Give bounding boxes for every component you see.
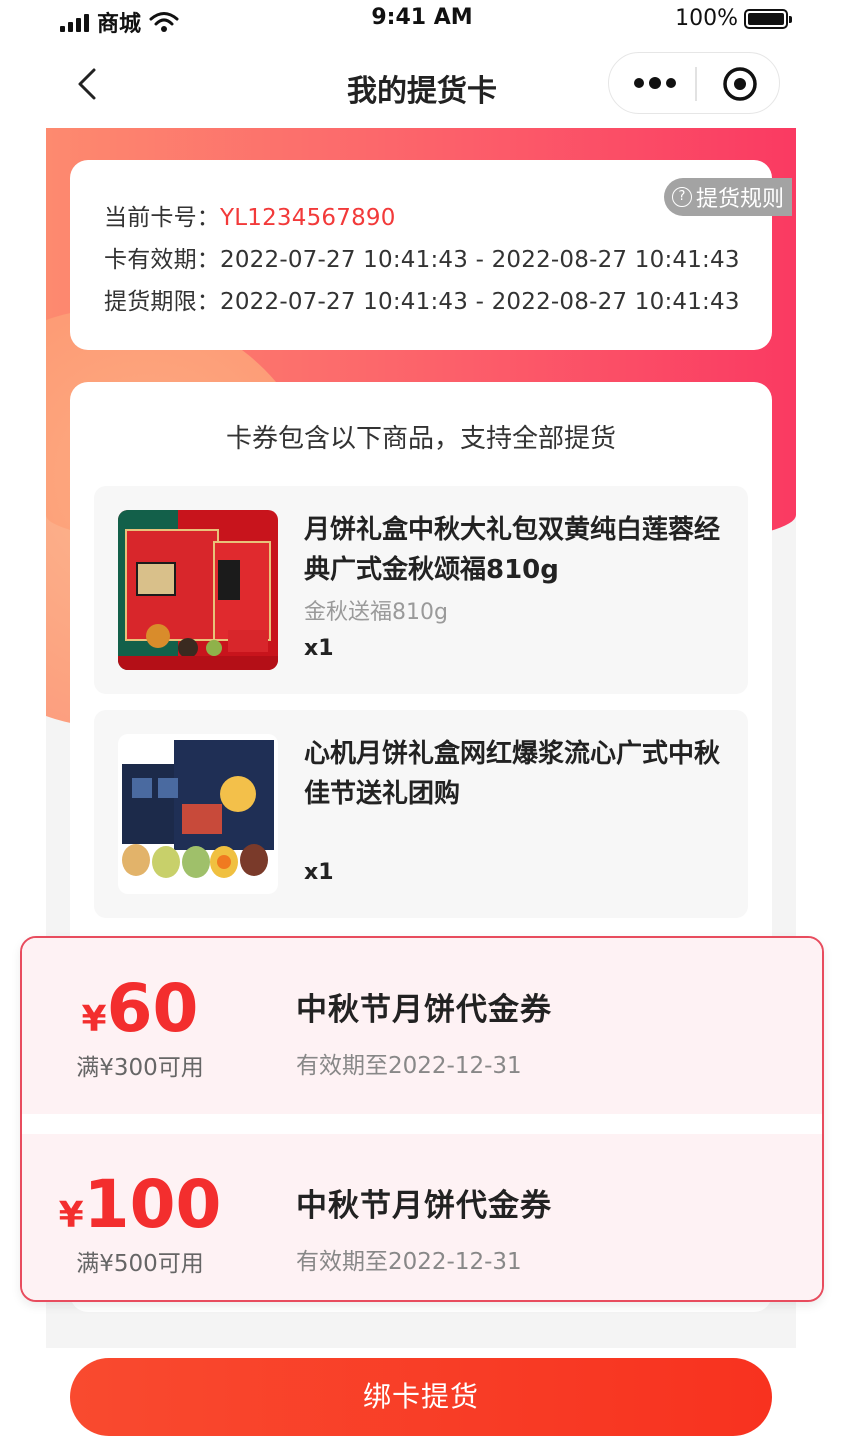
goods-name: 心机月饼礼盒网红爆浆流心广式中秋佳节送礼团购 bbox=[304, 739, 721, 809]
card-number-label: 当前卡号： bbox=[104, 205, 220, 231]
coupon-value: 100 bbox=[83, 1166, 222, 1243]
coupon-list: ¥60 满¥300可用 中秋节月饼代金券 有效期至2022-12-31 ¥100… bbox=[20, 936, 824, 1302]
pickup-period-label: 提货期限： bbox=[104, 289, 220, 315]
target-icon[interactable] bbox=[721, 65, 759, 103]
goods-heading: 卡券包含以下商品，支持全部提货 bbox=[225, 424, 616, 454]
card-validity-row: 卡有效期：2022-07-27 10:41:43 - 2022-08-27 10… bbox=[104, 240, 740, 274]
coupon-condition: 满¥300可用 bbox=[76, 1055, 204, 1081]
card-validity-label: 卡有效期： bbox=[104, 247, 220, 273]
goods-name: 月饼礼盒中秋大礼包双黄纯白莲蓉经典广式金秋颂福810g bbox=[304, 515, 721, 585]
coupon-title: 中秋节月饼代金券 bbox=[296, 992, 552, 1028]
goods-quantity: x1 bbox=[304, 860, 334, 885]
card-number-row: 当前卡号：YL1234567890 bbox=[104, 198, 396, 232]
coupon-condition: 满¥500可用 bbox=[76, 1251, 204, 1277]
more-dots-icon[interactable] bbox=[633, 69, 677, 97]
goods-spec: 金秋送福810g bbox=[304, 600, 448, 625]
goods-thumbnail bbox=[118, 734, 278, 894]
pickup-rules-label: 提货规则 bbox=[696, 187, 785, 212]
bind-card-pickup-button[interactable]: 绑卡提货 bbox=[70, 1358, 772, 1436]
coupon-title: 中秋节月饼代金券 bbox=[296, 1188, 552, 1224]
coupon-currency: ¥ bbox=[81, 999, 107, 1040]
goods-item[interactable]: 心机月饼礼盒网红爆浆流心广式中秋佳节送礼团购 x1 bbox=[94, 710, 748, 918]
coupon-item[interactable]: ¥100 满¥500可用 中秋节月饼代金券 有效期至2022-12-31 bbox=[22, 1134, 822, 1300]
goods-item[interactable]: 月饼礼盒中秋大礼包双黄纯白莲蓉经典广式金秋颂福810g 金秋送福810g x1 bbox=[94, 486, 748, 694]
nav-bar: 我的提货卡 bbox=[0, 50, 844, 120]
pickup-period-value: 2022-07-27 10:41:43 - 2022-08-27 10:41:4… bbox=[220, 289, 740, 315]
battery-icon bbox=[744, 8, 792, 29]
mini-program-capsule bbox=[608, 52, 780, 114]
goods-thumbnail bbox=[118, 510, 278, 670]
goods-quantity: x1 bbox=[304, 636, 334, 661]
battery-percent: 100% bbox=[675, 6, 738, 31]
pickup-rules-button[interactable]: ? 提货规则 bbox=[664, 178, 793, 216]
status-right: 100% bbox=[675, 6, 792, 31]
question-circle-icon: ? bbox=[672, 187, 692, 207]
card-validity-value: 2022-07-27 10:41:43 - 2022-08-27 10:41:4… bbox=[220, 247, 740, 273]
coupon-amount: ¥60 bbox=[22, 976, 258, 1042]
coupon-validity: 有效期至2022-12-31 bbox=[296, 1249, 522, 1275]
status-bar: 商城 9:41 AM 100% bbox=[0, 0, 844, 40]
capsule-divider bbox=[695, 67, 697, 101]
card-number-value: YL1234567890 bbox=[220, 205, 396, 231]
pickup-period-row: 提货期限：2022-07-27 10:41:43 - 2022-08-27 10… bbox=[104, 282, 740, 316]
coupon-amount: ¥100 bbox=[22, 1172, 258, 1238]
coupon-currency: ¥ bbox=[58, 1195, 84, 1236]
coupon-value: 60 bbox=[106, 970, 199, 1047]
coupon-validity: 有效期至2022-12-31 bbox=[296, 1053, 522, 1079]
coupon-item[interactable]: ¥60 满¥300可用 中秋节月饼代金券 有效期至2022-12-31 bbox=[22, 938, 822, 1114]
